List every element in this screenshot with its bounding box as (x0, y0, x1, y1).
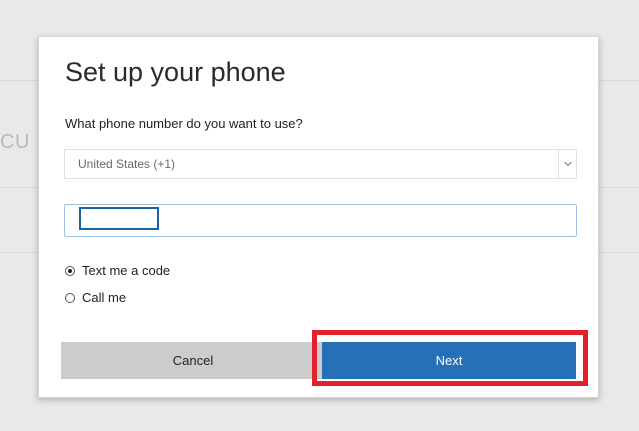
setup-phone-dialog: Set up your phone What phone number do y… (38, 36, 599, 398)
chevron-down-icon (564, 161, 572, 167)
call-me-option[interactable]: Call me (65, 290, 126, 305)
country-code-select[interactable]: United States (+1) (64, 149, 577, 179)
country-code-selected-value: United States (+1) (78, 157, 176, 171)
dialog-title: Set up your phone (65, 57, 286, 87)
backdrop-partial-text: CU (0, 131, 30, 153)
phone-number-prompt: What phone number do you want to use? (65, 116, 303, 131)
phone-number-input[interactable] (64, 204, 577, 237)
cancel-button[interactable]: Cancel (61, 342, 325, 379)
call-me-radio[interactable] (65, 292, 75, 303)
text-me-code-label: Text me a code (82, 263, 171, 278)
next-button[interactable]: Next (322, 342, 576, 379)
text-me-code-option[interactable]: Text me a code (65, 263, 170, 278)
text-me-code-radio[interactable] (65, 265, 75, 276)
select-dropdown-button[interactable] (558, 150, 576, 178)
call-me-label: Call me (82, 290, 127, 305)
